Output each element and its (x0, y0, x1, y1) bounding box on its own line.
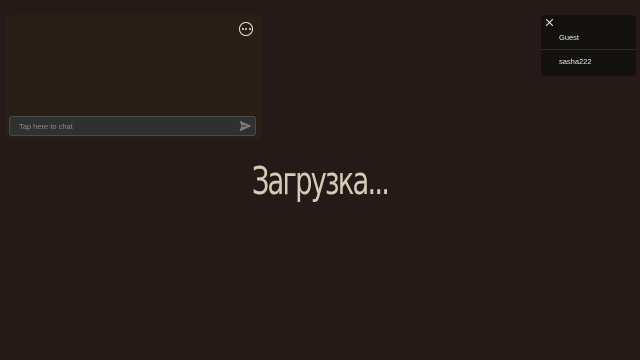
chat-input[interactable] (18, 117, 229, 135)
dot-icon (245, 28, 247, 30)
send-icon[interactable] (239, 120, 252, 132)
player-divider (541, 49, 636, 50)
dot-icon (241, 28, 244, 30)
player-item-sasha222[interactable]: sasha222 (541, 51, 636, 73)
loading-text: Загрузка... (251, 159, 390, 203)
chat-input-container (9, 116, 256, 136)
chat-messages-area (6, 15, 261, 115)
player-list-panel: Guest sasha222 (541, 15, 636, 76)
chat-panel (6, 15, 261, 139)
game-stage: Загрузка... Guest sasha222 (0, 0, 640, 360)
dot-icon (248, 28, 251, 30)
more-options-button[interactable] (239, 22, 253, 36)
player-item-guest[interactable]: Guest (541, 27, 636, 49)
